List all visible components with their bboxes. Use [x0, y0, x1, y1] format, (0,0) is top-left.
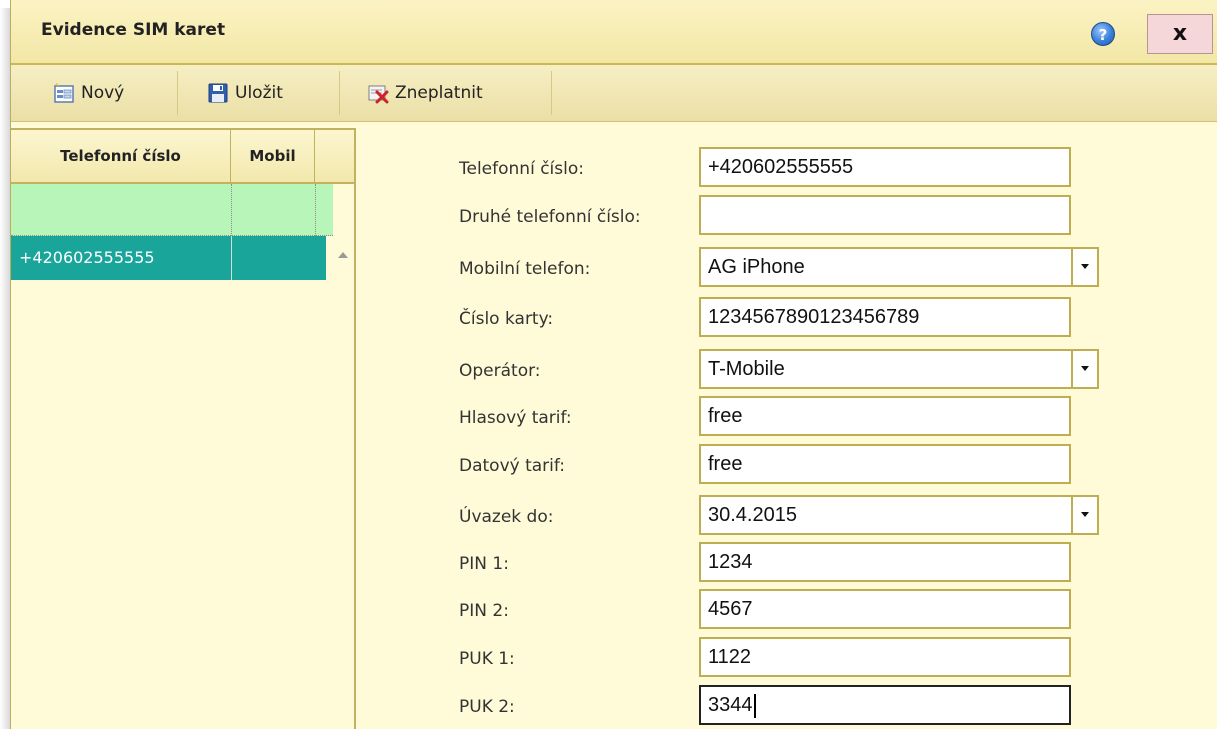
operator-value: T-Mobile [708, 358, 785, 380]
puk2-field[interactable]: 3344 [699, 685, 1071, 725]
toolbar-separator [551, 71, 552, 115]
voice-tariff-field[interactable]: free [699, 396, 1071, 436]
toolbar-separator [339, 71, 340, 115]
floppy-disk-icon [207, 82, 229, 104]
title-bar: Evidence SIM karet ? x [11, 0, 1217, 65]
commitment-date-picker[interactable]: 30.4.2015 [699, 495, 1099, 535]
second-phone-field[interactable] [699, 195, 1071, 235]
pin2-field[interactable]: 4567 [699, 589, 1071, 629]
puk1-label: PUK 1: [459, 649, 515, 669]
toolbar-separator [177, 71, 178, 115]
table-row[interactable]: +420602555555 [11, 236, 326, 280]
toolbar: Nový Uložit Zneplatnit [11, 65, 1217, 122]
card-number-field[interactable]: 1234567890123456789 [699, 297, 1071, 337]
column-header-phone[interactable]: Telefonní číslo [11, 130, 231, 184]
commitment-label: Úvazek do: [459, 507, 554, 527]
new-button[interactable]: Nový [53, 77, 124, 109]
new-button-label: Nový [81, 83, 125, 103]
mobile-phone-value: AG iPhone [708, 256, 805, 278]
operator-label: Operátor: [459, 361, 541, 381]
pin1-label: PIN 1: [459, 554, 509, 574]
column-header-mobile[interactable]: Mobil [231, 130, 315, 184]
phone-label: Telefonní číslo: [459, 159, 584, 179]
invalidate-button-label: Zneplatnit [395, 83, 483, 103]
sim-card-grid: Telefonní číslo Mobil +420602555555 [11, 128, 356, 729]
grid-header: Telefonní číslo Mobil [11, 128, 354, 184]
data-tariff-label: Datový tarif: [459, 456, 566, 476]
invalidate-icon [367, 82, 389, 104]
save-button-label: Uložit [235, 83, 283, 103]
mobile-phone-label: Mobilní telefon: [459, 259, 591, 279]
mobile-phone-select[interactable]: AG iPhone [699, 247, 1099, 287]
scroll-up-arrow-icon[interactable] [338, 252, 348, 258]
card-number-label: Číslo karty: [459, 309, 554, 329]
filter-separator [231, 184, 233, 236]
pin2-label: PIN 2: [459, 601, 509, 621]
second-phone-label: Druhé telefonní číslo: [459, 207, 641, 227]
invalidate-button[interactable]: Zneplatnit [367, 77, 483, 109]
filter-row[interactable] [11, 184, 333, 236]
voice-tariff-label: Hlasový tarif: [459, 408, 572, 428]
data-tariff-field[interactable]: free [699, 444, 1071, 484]
phone-field[interactable]: +420602555555 [699, 147, 1071, 187]
sim-card-window: Evidence SIM karet ? x Nový Uložit Znepl… [10, 0, 1217, 729]
close-button[interactable]: x [1147, 14, 1213, 54]
operator-select[interactable]: T-Mobile [699, 349, 1099, 389]
window-title: Evidence SIM karet [41, 20, 226, 40]
chevron-down-icon[interactable] [1071, 497, 1097, 533]
row-phone-cell: +420602555555 [19, 248, 155, 267]
chevron-down-icon[interactable] [1071, 249, 1097, 285]
commitment-value: 30.4.2015 [708, 504, 797, 526]
save-button[interactable]: Uložit [207, 77, 283, 109]
help-icon[interactable]: ? [1091, 22, 1115, 46]
puk2-value: 3344 [708, 694, 753, 716]
puk2-label: PUK 2: [459, 697, 515, 717]
cell-separator [231, 236, 232, 280]
text-caret [753, 693, 756, 718]
chevron-down-icon[interactable] [1071, 351, 1097, 387]
puk1-field[interactable]: 1122 [699, 637, 1071, 677]
new-record-icon [53, 82, 75, 104]
pin1-field[interactable]: 1234 [699, 542, 1071, 582]
filter-separator [315, 184, 317, 236]
